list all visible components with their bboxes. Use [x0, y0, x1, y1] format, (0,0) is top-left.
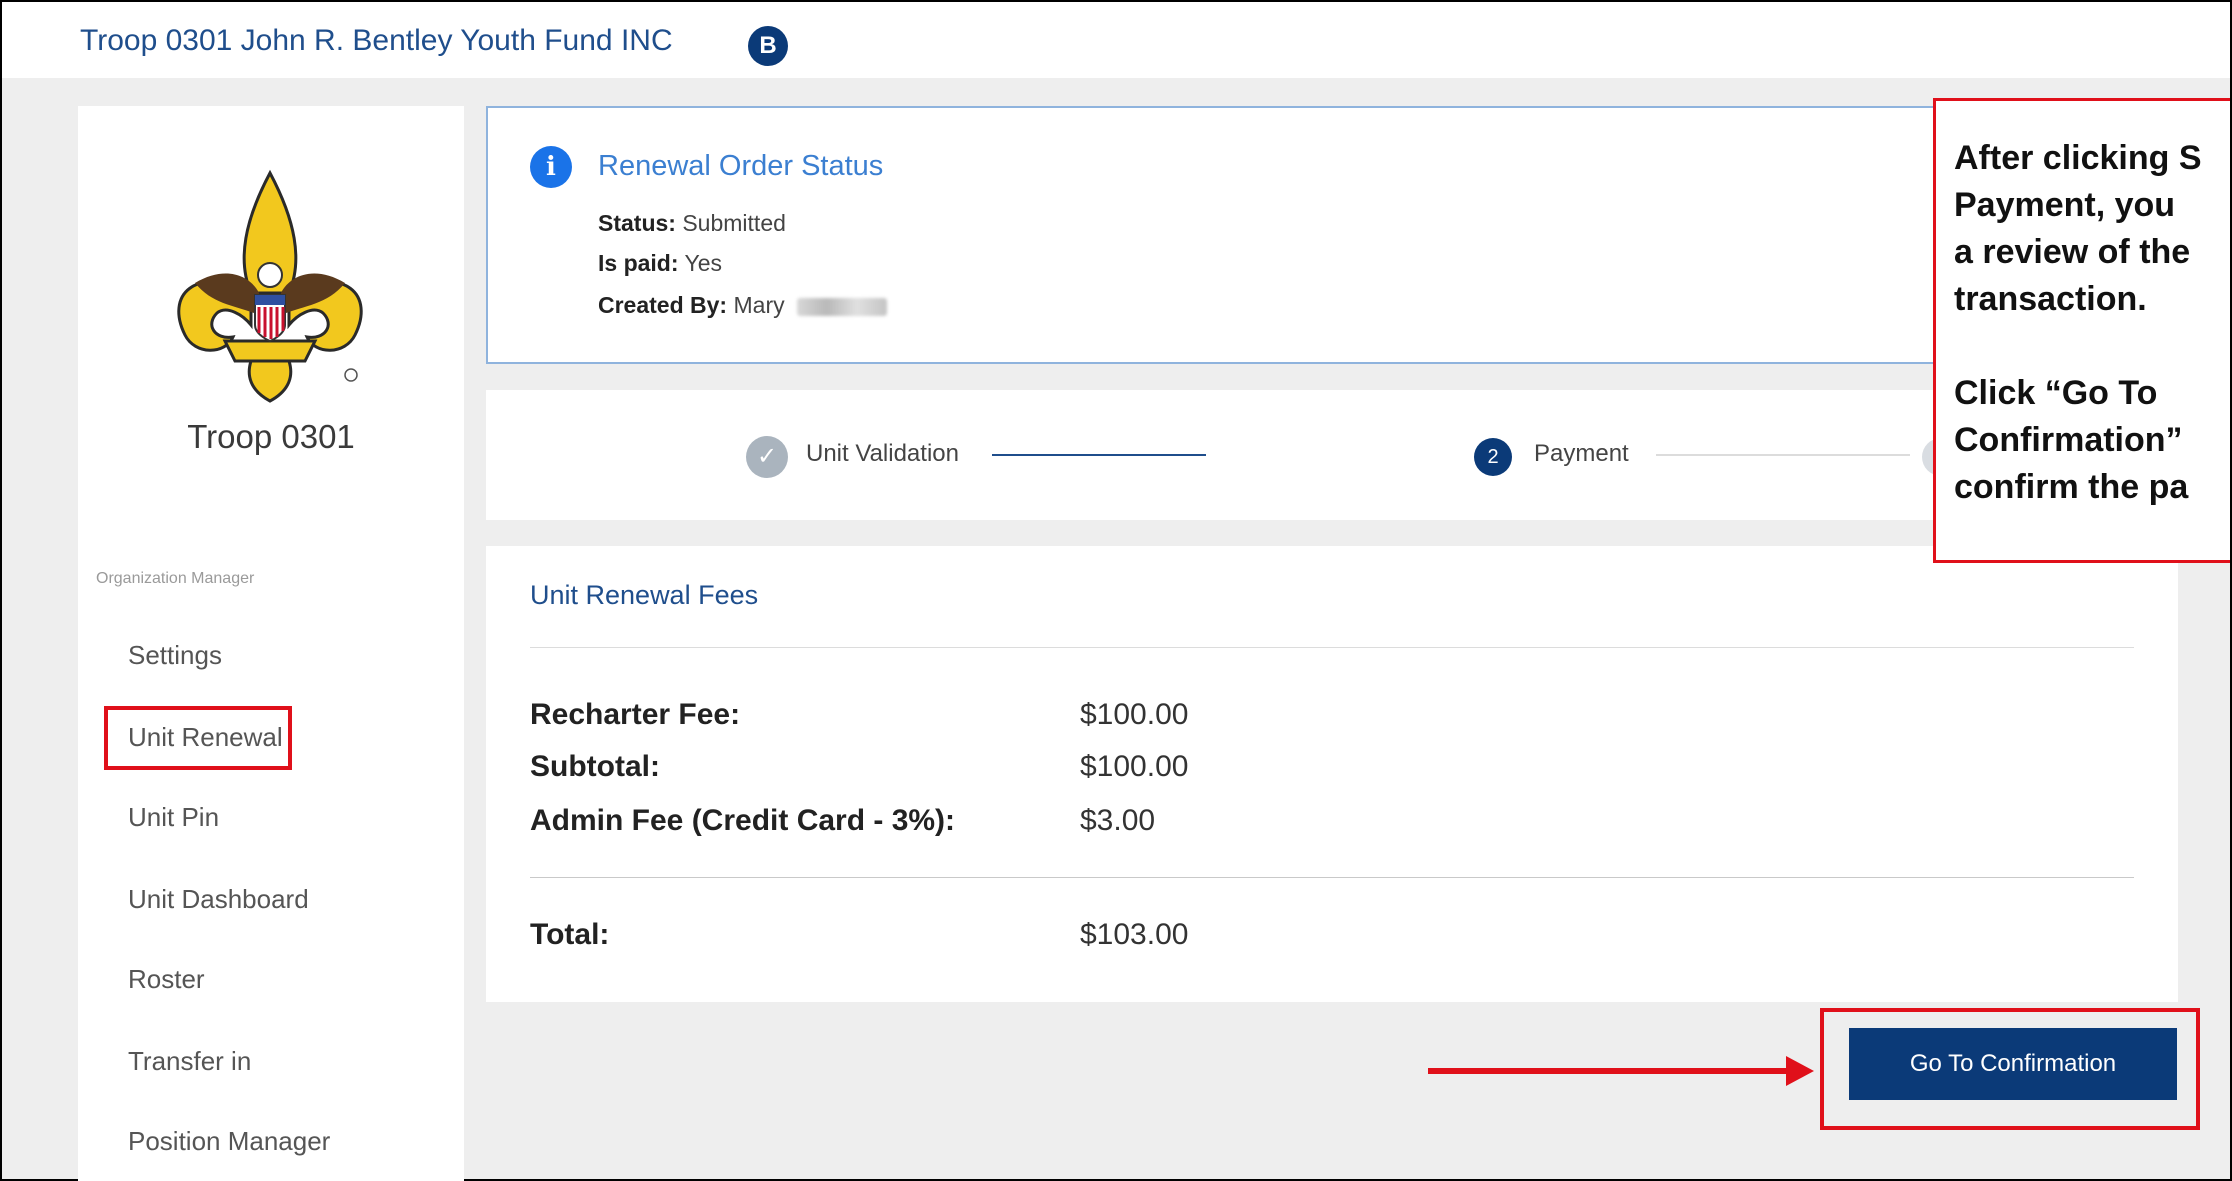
status-title: Renewal Order Status [598, 150, 884, 182]
subtotal-label: Subtotal: [530, 750, 660, 783]
created-by-row: Created By: Mary [598, 292, 888, 319]
callout-line: confirm the pa [1954, 468, 2189, 506]
fees-divider-bottom [530, 877, 2134, 878]
annotation-arrow-shaft [1428, 1068, 1790, 1074]
top-bar: Troop 0301 John R. Bentley Youth Fund IN… [2, 2, 2230, 78]
org-title[interactable]: Troop 0301 John R. Bentley Youth Fund IN… [80, 24, 673, 58]
is-paid-row: Is paid: Yes [598, 250, 722, 277]
sidebar-item-position-manager[interactable]: Position Manager [128, 1126, 330, 1157]
annotation-arrow-head [1786, 1056, 1814, 1086]
step-connector-2 [1656, 454, 1910, 456]
recharter-fee-label: Recharter Fee: [530, 698, 741, 731]
unit-renewal-fees-card [486, 546, 2178, 1002]
bsa-emblem-icon [177, 169, 363, 403]
subtotal-value: $100.00 [1080, 750, 1189, 783]
callout-line: Payment, you [1954, 186, 2176, 224]
callout-line: a review of the [1954, 233, 2191, 271]
highlight-box-unit-renewal [104, 706, 292, 770]
status-label: Status: [598, 210, 676, 236]
go-to-confirmation-button[interactable]: Go To Confirmation [1849, 1028, 2177, 1100]
unit-name: Troop 0301 [187, 418, 355, 455]
is-paid-label: Is paid: [598, 250, 679, 276]
step-payment[interactable]: Payment [1534, 440, 1629, 468]
callout-line: transaction. [1954, 280, 2147, 318]
callout-line: Confirmation” [1954, 421, 2183, 459]
status-row: Status: Submitted [598, 210, 786, 237]
section-label: Organization Manager [96, 570, 255, 587]
status-value: Submitted [682, 210, 786, 236]
redacted-surname [797, 297, 888, 316]
org-badge[interactable]: B [748, 26, 788, 66]
created-by-value: Mary [733, 292, 785, 318]
callout-line [1936, 323, 2230, 370]
sidebar-item-transfer-in[interactable]: Transfer in [128, 1046, 251, 1077]
sidebar-item-roster[interactable]: Roster [128, 964, 205, 995]
callout-line: Click “Go To [1954, 374, 2158, 412]
step-connector-1 [992, 454, 1206, 456]
admin-fee-label: Admin Fee (Credit Card - 3%): [530, 804, 956, 837]
created-by-label: Created By: [598, 292, 728, 318]
admin-fee-value: $3.00 [1080, 804, 1156, 837]
total-label: Total: [530, 918, 610, 951]
step-complete-check-icon: ✓ [746, 436, 788, 478]
recharter-fee-value: $100.00 [1080, 698, 1189, 731]
instruction-callout: After clicking S Payment, you a review o… [1933, 98, 2230, 563]
step-number-badge: 2 [1474, 438, 1512, 476]
sidebar-item-unit-pin[interactable]: Unit Pin [128, 802, 219, 833]
fees-divider-top [530, 647, 2134, 648]
sidebar-item-unit-dashboard[interactable]: Unit Dashboard [128, 884, 309, 915]
total-value: $103.00 [1080, 918, 1189, 951]
fees-title: Unit Renewal Fees [530, 580, 759, 610]
step-unit-validation[interactable]: Unit Validation [806, 440, 959, 468]
info-icon: i [530, 146, 572, 188]
sidebar-item-settings[interactable]: Settings [128, 640, 222, 671]
is-paid-value: Yes [684, 250, 723, 276]
callout-line: After clicking S [1954, 139, 2202, 177]
